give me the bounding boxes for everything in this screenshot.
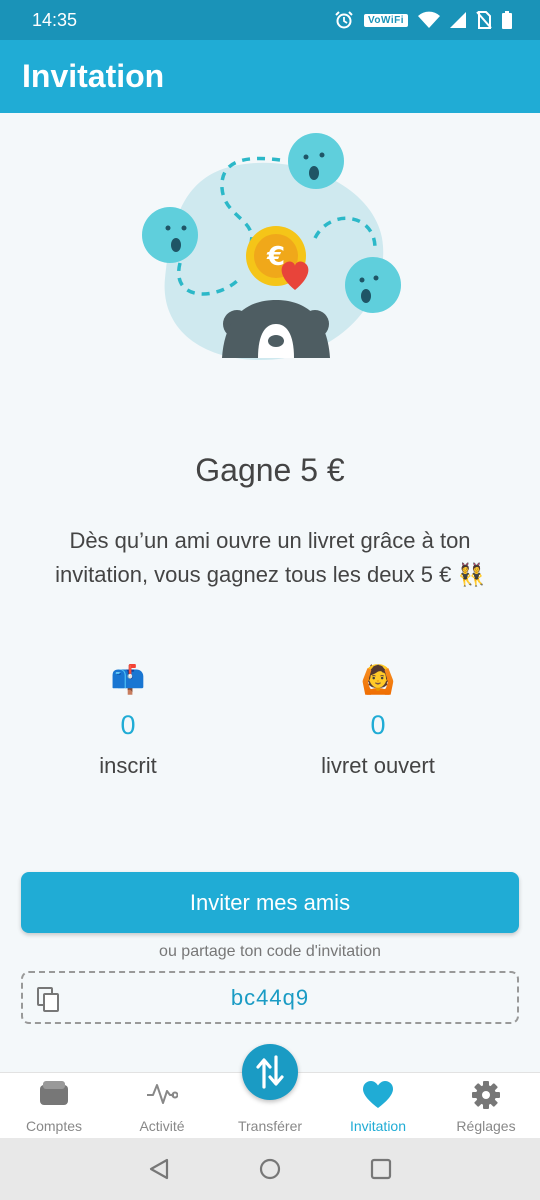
stat-registered-value: 0 [120,710,136,740]
signal-icon [450,12,466,28]
ok-gesture-icon: 🙆 [360,664,396,695]
no-sim-icon [476,11,492,29]
stat-registered: 📫 0 inscrit [18,660,238,779]
nav-item-reglages[interactable]: Réglages [432,1073,540,1139]
nav-label-activite: Activité [139,1118,185,1134]
vowifi-icon: VoWiFi [363,13,408,27]
face-top-icon [288,133,344,189]
transfer-button[interactable] [242,1044,298,1100]
heart-icon [363,1081,393,1108]
nav-label-invitation: Invitation [349,1118,407,1134]
reward-title: Gagne 5 € [195,452,345,488]
invite-code-box[interactable]: bc44q9 [21,971,519,1024]
app-bar: Invitation [0,40,540,113]
home-icon[interactable] [259,1158,281,1180]
stat-registered-label: inscrit [99,753,157,778]
reward-description: Dès qu’un ami ouvre un livret grâce à to… [55,528,485,587]
mailbox-icon: 📫 [110,664,146,695]
page-title: Invitation [22,58,165,94]
nav-item-activite[interactable]: Activité [108,1073,216,1139]
stat-opened-value: 0 [370,710,386,740]
gear-icon [472,1081,500,1109]
transfer-icon [256,1055,284,1089]
nav-item-comptes[interactable]: Comptes [0,1073,108,1139]
status-time: 14:35 [32,9,78,30]
back-icon[interactable] [148,1158,170,1180]
status-bar: 14:35 VoWiFi [0,0,540,40]
invite-friends-button[interactable]: Inviter mes amis [21,872,519,933]
wifi-icon [418,11,440,28]
nav-item-invitation[interactable]: Invitation [324,1073,432,1139]
invite-illustration: € [142,133,401,360]
nav-label-transferer: Transférer [237,1118,303,1134]
alarm-icon [335,11,353,29]
nav-label-comptes: Comptes [25,1118,83,1134]
copy-icon[interactable] [37,987,61,1013]
system-nav-bar [0,1138,540,1200]
wallet-icon [40,1081,68,1105]
invite-code: bc44q9 [230,984,310,1010]
battery-icon [502,11,512,29]
face-right-icon [345,257,401,313]
status-icons: VoWiFi [334,10,512,30]
nav-label-reglages: Réglages [456,1118,516,1134]
recents-icon[interactable] [370,1158,392,1180]
share-code-hint: ou partage ton code d'invitation [159,943,381,960]
stat-opened: 🙆 0 livret ouvert [268,660,488,779]
activity-icon [147,1084,178,1104]
stat-opened-label: livret ouvert [321,753,435,778]
hero-illustration: € [130,128,410,368]
face-left-icon [142,207,198,263]
